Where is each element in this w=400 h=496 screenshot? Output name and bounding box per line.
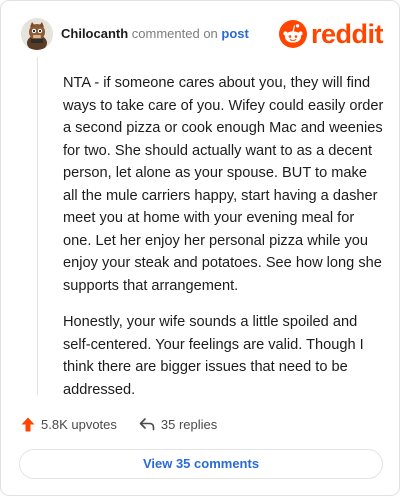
comment-header: Chilocanth commented on post reddit [21,18,384,50]
comment-actions: 5.8K upvotes 35 replies [21,413,239,435]
upvote-button[interactable]: 5.8K upvotes [21,417,117,432]
upvote-count: 5.8K upvotes [41,416,117,432]
view-comments-button[interactable]: View 35 comments [19,449,383,479]
reply-count: 35 replies [160,416,218,432]
reply-arrow-icon [139,418,155,431]
commented-on-text: commented on [131,26,218,41]
reddit-snoo-icon [278,20,307,48]
replies-button[interactable]: 35 replies [139,417,217,432]
username-link[interactable]: Chilocanth [61,26,128,41]
comment-paragraph-1: NTA - if someone cares about you, they w… [63,75,384,294]
comment-meta: Chilocanth commented on post [61,26,249,42]
comment-paragraph-2: Honestly, your wife sounds a little spoi… [63,314,364,398]
thread-line [37,57,38,395]
reddit-wordmark: reddit [310,19,384,49]
comment-card: Chilocanth commented on post reddit NTA … [0,0,400,496]
comment-body: NTA - if someone cares about you, they w… [63,72,385,415]
avatar-image-icon [21,18,53,50]
post-link[interactable]: post [221,26,248,41]
user-avatar[interactable] [21,18,53,50]
reddit-logo[interactable]: reddit [278,18,384,50]
upvote-arrow-icon [21,417,35,431]
